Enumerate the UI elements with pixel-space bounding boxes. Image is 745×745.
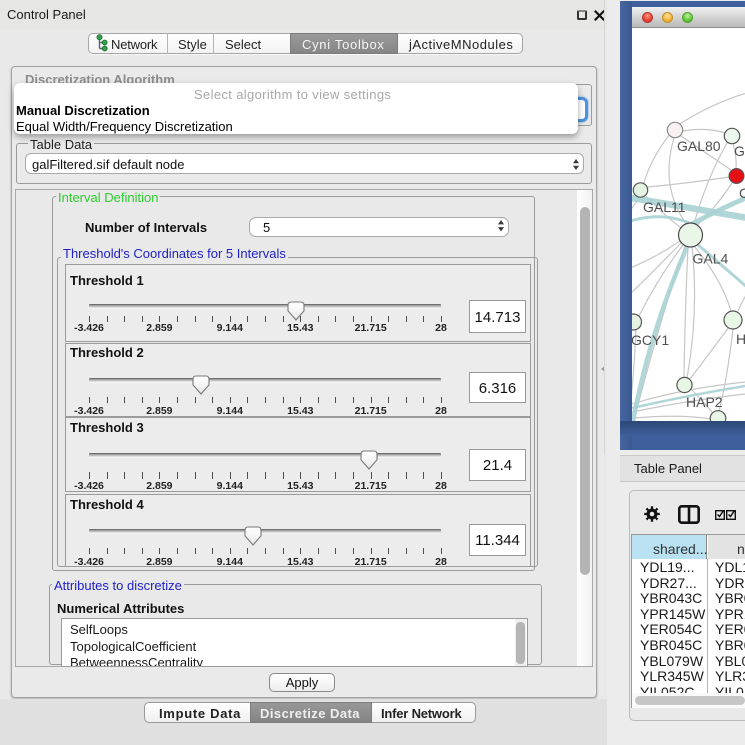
svg-text:CC: CC (739, 185, 745, 201)
svg-text:GAL4: GAL4 (693, 251, 729, 267)
svg-text:HAP2: HAP2 (686, 394, 723, 410)
svg-text:GAL: GAL (734, 143, 745, 159)
svg-text:GCY1: GCY1 (632, 332, 669, 348)
svg-text:GAL80: GAL80 (677, 138, 721, 154)
svg-text:GAL11: GAL11 (643, 199, 686, 215)
svg-text:HA: HA (736, 331, 745, 347)
